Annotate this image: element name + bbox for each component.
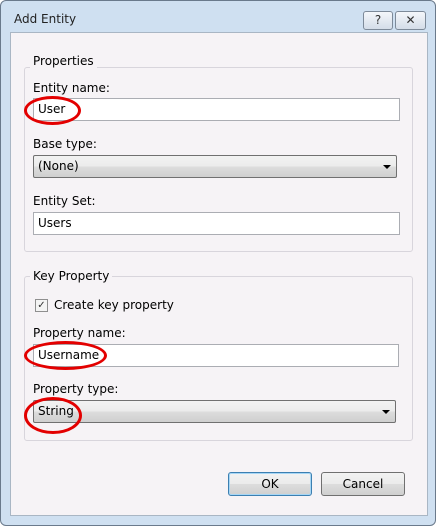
chevron-down-icon <box>382 410 390 414</box>
ok-button[interactable]: OK <box>228 472 312 496</box>
properties-legend: Properties <box>30 54 97 68</box>
property-name-label: Property name: <box>33 326 126 340</box>
help-button[interactable]: ? <box>363 11 393 30</box>
chevron-down-icon <box>383 165 391 169</box>
entity-set-label: Entity Set: <box>33 194 96 208</box>
cancel-button[interactable]: Cancel <box>321 472 405 496</box>
dialog-title: Add Entity <box>14 12 77 26</box>
base-type-select[interactable]: (None) <box>33 155 397 178</box>
create-key-label[interactable]: Create key property <box>54 298 174 312</box>
base-type-label: Base type: <box>33 137 97 151</box>
annotation-ellipse-property-name <box>24 341 107 370</box>
entity-name-input[interactable]: User <box>33 98 400 121</box>
property-type-select[interactable]: String <box>33 400 396 423</box>
create-key-checkbox[interactable]: ✓ <box>35 299 48 312</box>
close-button[interactable]: ✕ <box>395 11 426 30</box>
entity-name-label: Entity name: <box>33 81 110 95</box>
annotation-ellipse-property-type <box>24 397 82 434</box>
entity-set-input[interactable]: Users <box>33 212 400 235</box>
property-type-label: Property type: <box>33 382 119 396</box>
key-property-legend: Key Property <box>30 269 113 283</box>
base-type-value: (None) <box>38 159 79 173</box>
annotation-ellipse-entity-name <box>24 96 81 125</box>
